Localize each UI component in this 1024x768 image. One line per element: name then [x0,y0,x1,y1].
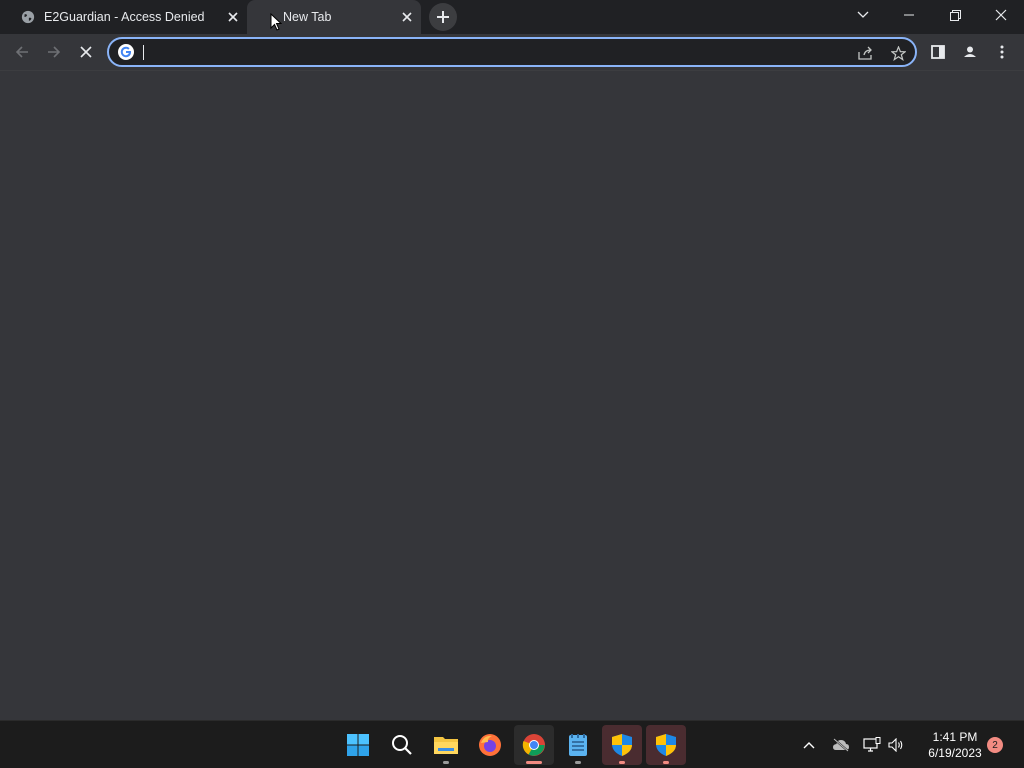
alert-indicator [663,761,669,764]
taskbar-security-2[interactable] [646,725,686,765]
start-button[interactable] [338,725,378,765]
taskbar-firefox[interactable] [470,725,510,765]
chevron-down-icon [857,11,869,18]
profile-button[interactable] [956,38,984,66]
share-button[interactable] [855,42,877,64]
chevron-up-icon [803,742,815,749]
browser-toolbar [0,34,1024,71]
person-icon [961,43,979,61]
taskbar-search-button[interactable] [382,725,422,765]
onedrive-button[interactable] [831,735,851,755]
taskbar: 1:41 PM 6/19/2023 2 [0,720,1024,768]
stop-loading-button[interactable] [72,38,100,66]
alert-indicator [619,761,625,764]
tab-title: E2Guardian - Access Denied [44,10,205,24]
side-panel-icon [931,45,945,59]
taskbar-security-1[interactable] [602,725,642,765]
speaker-icon [888,738,903,752]
chrome-icon [522,734,545,756]
network-button[interactable] [862,735,882,755]
menu-button[interactable] [988,38,1016,66]
star-icon [890,45,906,61]
tab-e2guardian[interactable]: E2Guardian - Access Denied [0,0,247,34]
close-icon [995,9,1007,21]
new-tab-button[interactable] [429,3,457,31]
more-vert-icon [1000,45,1004,59]
address-bar[interactable] [107,37,917,67]
firefox-icon [479,734,501,756]
close-window-button[interactable] [978,0,1024,30]
notification-badge[interactable]: 2 [987,737,1003,753]
page-content [0,71,1024,720]
show-hidden-icons-button[interactable] [799,735,819,755]
taskbar-file-explorer[interactable] [426,725,466,765]
search-icon [392,735,412,755]
restore-icon [949,9,961,21]
minimize-button[interactable] [886,0,932,30]
running-indicator [575,761,581,764]
taskbar-clock[interactable]: 1:41 PM 6/19/2023 [914,729,996,761]
arrow-left-icon [15,46,28,58]
shield-icon [612,734,632,756]
forward-button[interactable] [40,38,68,66]
close-tab-icon[interactable] [399,9,415,25]
address-input[interactable] [142,42,842,62]
tab-search-button[interactable] [840,0,886,30]
back-button[interactable] [8,38,36,66]
taskbar-notepad[interactable] [558,725,598,765]
tab-title: New Tab [283,10,332,24]
tab-strip: E2Guardian - Access Denied New Tab [0,0,1024,34]
active-indicator [526,761,542,764]
network-icon [863,737,881,752]
mouse-cursor-icon [270,13,282,31]
notepad-icon [569,734,587,756]
share-icon [858,46,872,60]
text-caret [143,45,144,60]
restore-button[interactable] [932,0,978,30]
folder-icon [434,737,458,754]
close-tab-icon[interactable] [225,9,241,25]
close-icon [80,46,92,58]
windows-start-icon [347,734,369,756]
google-icon [118,44,134,60]
bookmark-button[interactable] [887,42,909,64]
side-panel-button[interactable] [924,38,952,66]
clock-time: 1:41 PM [932,730,978,744]
volume-button[interactable] [886,735,906,755]
clock-date: 6/19/2023 [928,746,982,760]
taskbar-chrome[interactable] [514,725,554,765]
plus-icon [437,11,449,23]
arrow-right-icon [48,46,61,58]
cloud-off-icon [833,738,849,752]
globe-icon [20,9,36,25]
minimize-icon [904,14,914,16]
shield-icon [656,734,676,756]
running-indicator [443,761,449,764]
